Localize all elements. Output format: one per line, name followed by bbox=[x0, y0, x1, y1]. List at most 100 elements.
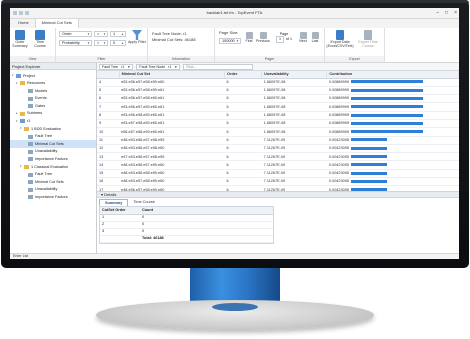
col-minimal-cut-set[interactable]: Minimal Cut Set bbox=[119, 71, 226, 79]
table-row[interactable]: 15 e48.e53.e56.e58.e59.e60 6 7.11267E-09 0.0… bbox=[97, 169, 459, 179]
table-row[interactable]: 11 e48.e53.e56.e57.e58.e59 6 7.11267E-09 0.0… bbox=[97, 136, 459, 145]
table-row[interactable]: 4 e53.e56.e57.e58.e59.e60 6 1.66097E-08 0.00… bbox=[97, 78, 459, 87]
first-page-button[interactable]: First bbox=[243, 32, 255, 44]
status-bar: Enter List bbox=[10, 253, 459, 259]
window-title: backlab1.tef.fm - TopEvent FTA bbox=[206, 9, 263, 15]
table-row[interactable]: 9 e53.e57.e58.e59.e60.e61 6 1.66097E-08 0.00… bbox=[97, 119, 459, 129]
tree-node-subtrees[interactable]: ▸ Subtrees bbox=[10, 110, 96, 118]
order-cell: 6 bbox=[224, 169, 262, 179]
table-row[interactable]: 20 bbox=[100, 221, 273, 229]
tab-home[interactable]: Home bbox=[12, 19, 35, 28]
contribution-bar bbox=[350, 155, 387, 159]
fault-tree-chip[interactable]: Fault Tree r1 ▼ bbox=[99, 63, 134, 70]
unavailability-cell: 1.66097E-08 bbox=[261, 86, 327, 96]
quick-access-toolbar bbox=[13, 11, 29, 15]
tree-node-bdd-evaluation[interactable]: ▾ 1 BDD Evaluation bbox=[10, 125, 96, 133]
export-data-button[interactable]: Export Data (Excel/CSV/Text) bbox=[325, 30, 355, 49]
filter-op-1[interactable]: = ▼ bbox=[94, 31, 108, 37]
maximize-icon[interactable]: □ bbox=[445, 10, 448, 16]
grid-search-input[interactable]: Find... bbox=[183, 63, 254, 70]
tree-node-r1[interactable]: ▾ r1 bbox=[10, 118, 96, 126]
tree-node-project[interactable]: ▾ Project bbox=[10, 72, 96, 80]
contribution-bar bbox=[350, 105, 423, 109]
close-icon[interactable]: × bbox=[454, 10, 457, 16]
tree-node-resources[interactable]: ▾ Resources bbox=[10, 80, 96, 88]
table-row[interactable]: 14 e48.e53.e56.e57.e59.e60 6 7.11267E-09 0.0… bbox=[97, 160, 459, 170]
order-cell: 6 bbox=[224, 86, 262, 96]
first-page-icon bbox=[245, 32, 253, 39]
table-row[interactable]: 5 e53.e56.e57.e58.e59.e61 6 1.66097E-08 0.00… bbox=[97, 86, 459, 96]
app-screen: backlab1.tef.fm - TopEvent FTA – □ × Hom… bbox=[10, 8, 459, 259]
tree-node-unavailability[interactable]: Unavailability bbox=[10, 148, 96, 156]
filter-field-2[interactable]: Probability ▼ bbox=[59, 40, 92, 46]
row-index-cell: 12 bbox=[97, 144, 120, 154]
next-page-icon bbox=[299, 32, 307, 39]
contribution-bar bbox=[350, 179, 387, 183]
last-page-button[interactable]: Last bbox=[309, 32, 321, 44]
col-unavailability[interactable]: Unavailability bbox=[261, 71, 328, 79]
table-row[interactable]: 12 e48.e53.e56.e57.e58.e60 6 7.11267E-09 0.0… bbox=[97, 144, 459, 154]
tree-node-importance-factors-2[interactable]: Importance Factors bbox=[10, 194, 96, 202]
tree-node-minimal-cut-sets-2[interactable]: Minimal Cut Sets bbox=[10, 178, 96, 186]
table-row[interactable]: 7 e53.e56.e57.e59.e60.e61 6 1.66097E-08 0.00… bbox=[97, 102, 459, 112]
time-course-button[interactable]: Time Course bbox=[30, 30, 50, 49]
events-icon bbox=[28, 96, 33, 101]
previous-page-button[interactable]: Previous bbox=[255, 32, 271, 44]
contribution-bar bbox=[350, 80, 423, 84]
col-order[interactable]: Order bbox=[224, 71, 263, 79]
table-row[interactable]: 13 e47.e53.e56.e57.e58.e59 6 7.11267E-09 0.0… bbox=[97, 152, 459, 162]
tree-node-importance-factors[interactable]: Importance Factors bbox=[10, 156, 96, 164]
filter-field-1[interactable]: Order ▼ bbox=[59, 31, 92, 37]
tab-summary[interactable]: Summary bbox=[99, 199, 129, 206]
minimize-icon[interactable]: – bbox=[436, 10, 439, 16]
project-icon bbox=[16, 73, 21, 78]
contribution-cell: 0.00423095 bbox=[326, 169, 459, 179]
redo-icon[interactable] bbox=[25, 11, 29, 15]
contribution-cell: 0.00889999 bbox=[326, 111, 459, 121]
order-summary-button[interactable]: Order Summary bbox=[10, 30, 30, 49]
tab-time-course[interactable]: Time Course bbox=[128, 199, 160, 206]
table-row[interactable]: 10 e56.e57.e58.e59.e60.e61 6 1.66097E-08 0.0… bbox=[97, 127, 459, 137]
filter-op-2[interactable]: < ▼ bbox=[94, 40, 108, 46]
tree-node-fault-tree[interactable]: Fault Tree bbox=[10, 133, 96, 141]
export-time-course-icon bbox=[364, 30, 372, 40]
col-cutset-order[interactable]: CutSet Order bbox=[100, 207, 140, 215]
window-controls: – □ × bbox=[436, 10, 457, 16]
row-index-cell: 11 bbox=[97, 136, 120, 145]
export-time-course-button[interactable]: Export Time Course bbox=[355, 30, 381, 49]
tree-node-fault-tree-2[interactable]: Fault Tree bbox=[10, 171, 96, 179]
tree-node-models[interactable]: Models bbox=[10, 87, 96, 95]
table-row[interactable]: 16 e48.e53.e57.e58.e59.e60 6 7.11267E-09 0.0… bbox=[97, 177, 459, 187]
order-cell: 6 bbox=[224, 177, 262, 187]
table-row[interactable]: 8 e53.e56.e58.e59.e60.e61 6 1.66097E-08 0.00… bbox=[97, 111, 459, 121]
apply-filter-button[interactable]: Apply Filter bbox=[128, 30, 146, 45]
table-row[interactable]: 6 e53.e56.e57.e58.e60.e61 6 1.66097E-08 0.00… bbox=[97, 94, 459, 104]
filter-value-2[interactable]: 0 ▲ bbox=[110, 40, 126, 46]
next-page-button[interactable]: Next bbox=[297, 32, 309, 44]
filter-field-1-value: Order bbox=[62, 32, 72, 36]
tab-minimal-cut-sets[interactable]: Minimal Cut Sets bbox=[34, 18, 79, 28]
undo-icon[interactable] bbox=[19, 11, 23, 15]
summary-table: CutSet Order Count 10 20 30 Total: 46188 bbox=[99, 206, 274, 244]
order-cell: 6 bbox=[224, 94, 262, 104]
chevron-down-icon: ▼ bbox=[127, 64, 131, 69]
page-size-select[interactable]: 100000 ▼ bbox=[219, 38, 241, 44]
table-row[interactable]: 30 bbox=[100, 228, 273, 236]
tree-node-unavailability-2[interactable]: Unavailability bbox=[10, 186, 96, 194]
contribution-cell: 0.00889999 bbox=[326, 86, 459, 96]
ribbon-group-export: Export Data (Excel/CSV/Text) Export Time… bbox=[325, 28, 385, 62]
tree-node-events[interactable]: Events bbox=[10, 95, 96, 103]
page-number-input[interactable]: 1 bbox=[276, 36, 284, 43]
contribution-cell: 0.00889999 bbox=[326, 119, 459, 129]
fault-tree-node-chip[interactable]: Fault Tree Node r1 ▼ bbox=[136, 63, 181, 70]
table-row[interactable]: 10 bbox=[100, 214, 273, 222]
tree-node-classical-evaluation[interactable]: ▾ 1 Classical Evaluation bbox=[10, 163, 96, 171]
details-header[interactable]: ▾ Details bbox=[97, 191, 459, 198]
save-icon[interactable] bbox=[13, 11, 17, 15]
col-contribution[interactable]: Contribution bbox=[326, 71, 459, 79]
tree-node-minimal-cut-sets[interactable]: Minimal Cut Sets bbox=[10, 140, 96, 148]
tree-node-gates[interactable]: Gates bbox=[10, 102, 96, 110]
unavailability-cell: 1.66097E-08 bbox=[261, 111, 327, 121]
col-count[interactable]: Count bbox=[140, 207, 273, 215]
filter-value-1[interactable]: 1 ▲ bbox=[110, 31, 126, 37]
